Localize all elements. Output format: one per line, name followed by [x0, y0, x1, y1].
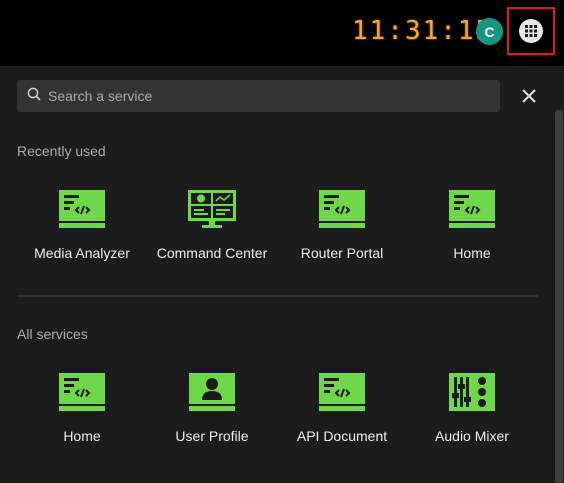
service-tile-home-recent[interactable]: Home — [407, 189, 537, 261]
app-launcher-button[interactable] — [507, 7, 555, 55]
code-monitor-icon — [318, 372, 366, 412]
service-tile-media-analyzer[interactable]: Media Analyzer — [17, 189, 147, 261]
service-tile-label: Home — [63, 428, 101, 444]
top-bar: 11:31:15 C — [0, 0, 564, 66]
user-avatar[interactable]: C — [476, 18, 503, 45]
search-icon — [27, 87, 41, 106]
service-tile-command-center[interactable]: Command Center — [147, 189, 277, 261]
service-tile-label: API Document — [296, 428, 388, 444]
service-tile-label: Media Analyzer — [34, 245, 130, 261]
service-tile-home[interactable]: Home — [17, 372, 147, 444]
code-monitor-icon — [318, 189, 366, 229]
recent-services-list: Media Analyzer Command Center Router Por… — [17, 189, 537, 261]
recently-used-heading: Recently used — [17, 143, 106, 159]
service-tile-api-document[interactable]: API Document — [277, 372, 407, 444]
services-panel: Recently used Media Analyzer Command Cen… — [0, 66, 564, 483]
close-button[interactable] — [517, 86, 541, 110]
user-profile-icon — [188, 372, 236, 412]
service-tile-label: Router Portal — [300, 245, 384, 261]
clock-display: 11:31:15 — [352, 16, 494, 46]
search-input[interactable] — [48, 88, 488, 104]
code-monitor-icon — [58, 372, 106, 412]
search-bar — [17, 80, 500, 112]
service-tile-label: Command Center — [156, 245, 268, 261]
panel-scrollbar[interactable] — [555, 110, 563, 483]
service-tile-router-portal[interactable]: Router Portal — [277, 189, 407, 261]
code-monitor-icon — [448, 189, 496, 229]
grid-icon — [519, 19, 543, 43]
service-tile-label: User Profile — [175, 428, 249, 444]
section-divider — [17, 295, 538, 297]
close-icon — [522, 88, 536, 108]
all-services-list: Home User Profile API Document Audio Mix… — [17, 372, 537, 444]
service-tile-audio-mixer[interactable]: Audio Mixer — [407, 372, 537, 444]
service-tile-label: Audio Mixer — [435, 428, 509, 444]
all-services-heading: All services — [17, 326, 88, 342]
dashboard-monitor-icon — [188, 189, 236, 229]
code-monitor-icon — [58, 189, 106, 229]
mixer-icon — [448, 372, 496, 412]
service-tile-label: Home — [453, 245, 491, 261]
service-tile-user-profile[interactable]: User Profile — [147, 372, 277, 444]
